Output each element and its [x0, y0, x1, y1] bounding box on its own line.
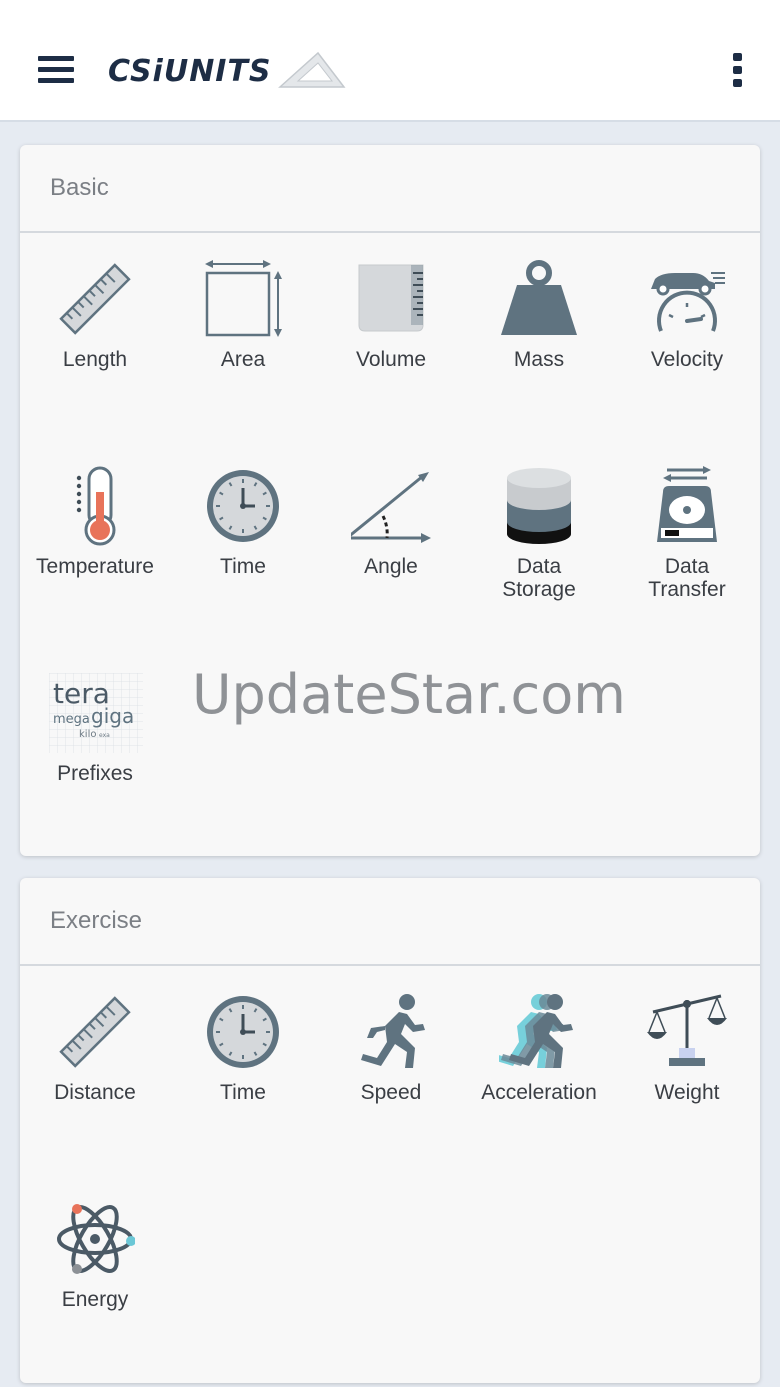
set-square-logo-icon [277, 51, 346, 88]
unit-label: Speed [360, 1081, 422, 1104]
unit-tile-volume[interactable]: Volume [317, 259, 465, 419]
more-vert-icon[interactable] [720, 48, 756, 92]
ruler-icon [55, 992, 135, 1072]
unit-tile-prefixes[interactable]: tera mega giga kilo exa Prefixes [21, 673, 169, 833]
app-bar: CSiUNITS [0, 0, 780, 122]
unit-tile-time[interactable]: Time [169, 992, 317, 1152]
prefix-word-mega: mega [53, 712, 90, 727]
unit-tile-mass[interactable]: Mass [465, 259, 613, 419]
hamburger-menu-icon[interactable] [30, 48, 82, 92]
prefix-word-exa: exa [99, 732, 110, 739]
atom-icon [55, 1199, 135, 1279]
ruler-icon [55, 259, 135, 339]
watermark-text: UpdateStar.com [192, 663, 626, 726]
unit-tile-angle[interactable]: Angle [317, 466, 465, 626]
database-icon [499, 466, 579, 546]
section-card-exercise: Exercise Distance Time Speed Acceleratio… [20, 878, 760, 1383]
prefix-word-giga: giga [91, 704, 134, 728]
unit-label: Prefixes [57, 762, 133, 785]
unit-tile-energy[interactable]: Energy [21, 1199, 169, 1359]
prefix-word-kilo: kilo [79, 729, 96, 740]
section-title: Basic [20, 145, 760, 233]
logo-text: CSiUNITS [108, 53, 272, 89]
angle-icon [351, 466, 431, 546]
unit-label: Data Storage [502, 555, 576, 601]
section-card-basic: Basic Length Area Volume Mass Velocity T… [20, 145, 760, 856]
hard-drive-transfer-icon [647, 466, 727, 546]
clock-icon [203, 466, 283, 546]
thermometer-icon [55, 466, 135, 546]
unit-tile-temperature[interactable]: Temperature [21, 466, 169, 626]
unit-label: Distance [54, 1081, 136, 1104]
clock-icon [203, 992, 283, 1072]
prefixes-wordcloud-icon: tera mega giga kilo exa [49, 673, 143, 753]
unit-tile-speed[interactable]: Speed [317, 992, 465, 1152]
unit-label: Time [220, 555, 266, 578]
unit-label: Volume [355, 348, 427, 371]
speedometer-car-icon [647, 259, 727, 339]
beaker-icon [351, 259, 431, 339]
unit-tile-data-storage[interactable]: Data Storage [465, 466, 613, 626]
balance-scale-icon [647, 992, 727, 1072]
unit-tile-distance[interactable]: Distance [21, 992, 169, 1152]
unit-label: Angle [364, 555, 418, 578]
unit-label: Length [62, 348, 128, 371]
area-square-icon [203, 259, 283, 339]
unit-label: Temperature [36, 555, 154, 578]
unit-label: Data Transfer [648, 555, 726, 601]
unit-tile-acceleration[interactable]: Acceleration [465, 992, 613, 1152]
unit-tile-time[interactable]: Time [169, 466, 317, 626]
weight-icon [499, 259, 579, 339]
unit-label: Velocity [650, 348, 724, 371]
unit-label: Time [220, 1081, 266, 1104]
unit-label: Area [220, 348, 266, 371]
unit-label: Mass [513, 348, 565, 371]
unit-label: Energy [61, 1288, 129, 1311]
unit-tile-data-transfer[interactable]: Data Transfer [613, 466, 761, 626]
unit-label: Acceleration [481, 1081, 597, 1104]
unit-tile-weight[interactable]: Weight [613, 992, 761, 1152]
runner-icon [351, 992, 431, 1072]
app-logo: CSiUNITS [108, 46, 348, 96]
runner-motion-icon [499, 992, 579, 1072]
unit-tile-velocity[interactable]: Velocity [613, 259, 761, 419]
unit-tile-length[interactable]: Length [21, 259, 169, 419]
unit-tile-area[interactable]: Area [169, 259, 317, 419]
unit-label: Weight [654, 1081, 720, 1104]
section-title: Exercise [20, 878, 760, 966]
